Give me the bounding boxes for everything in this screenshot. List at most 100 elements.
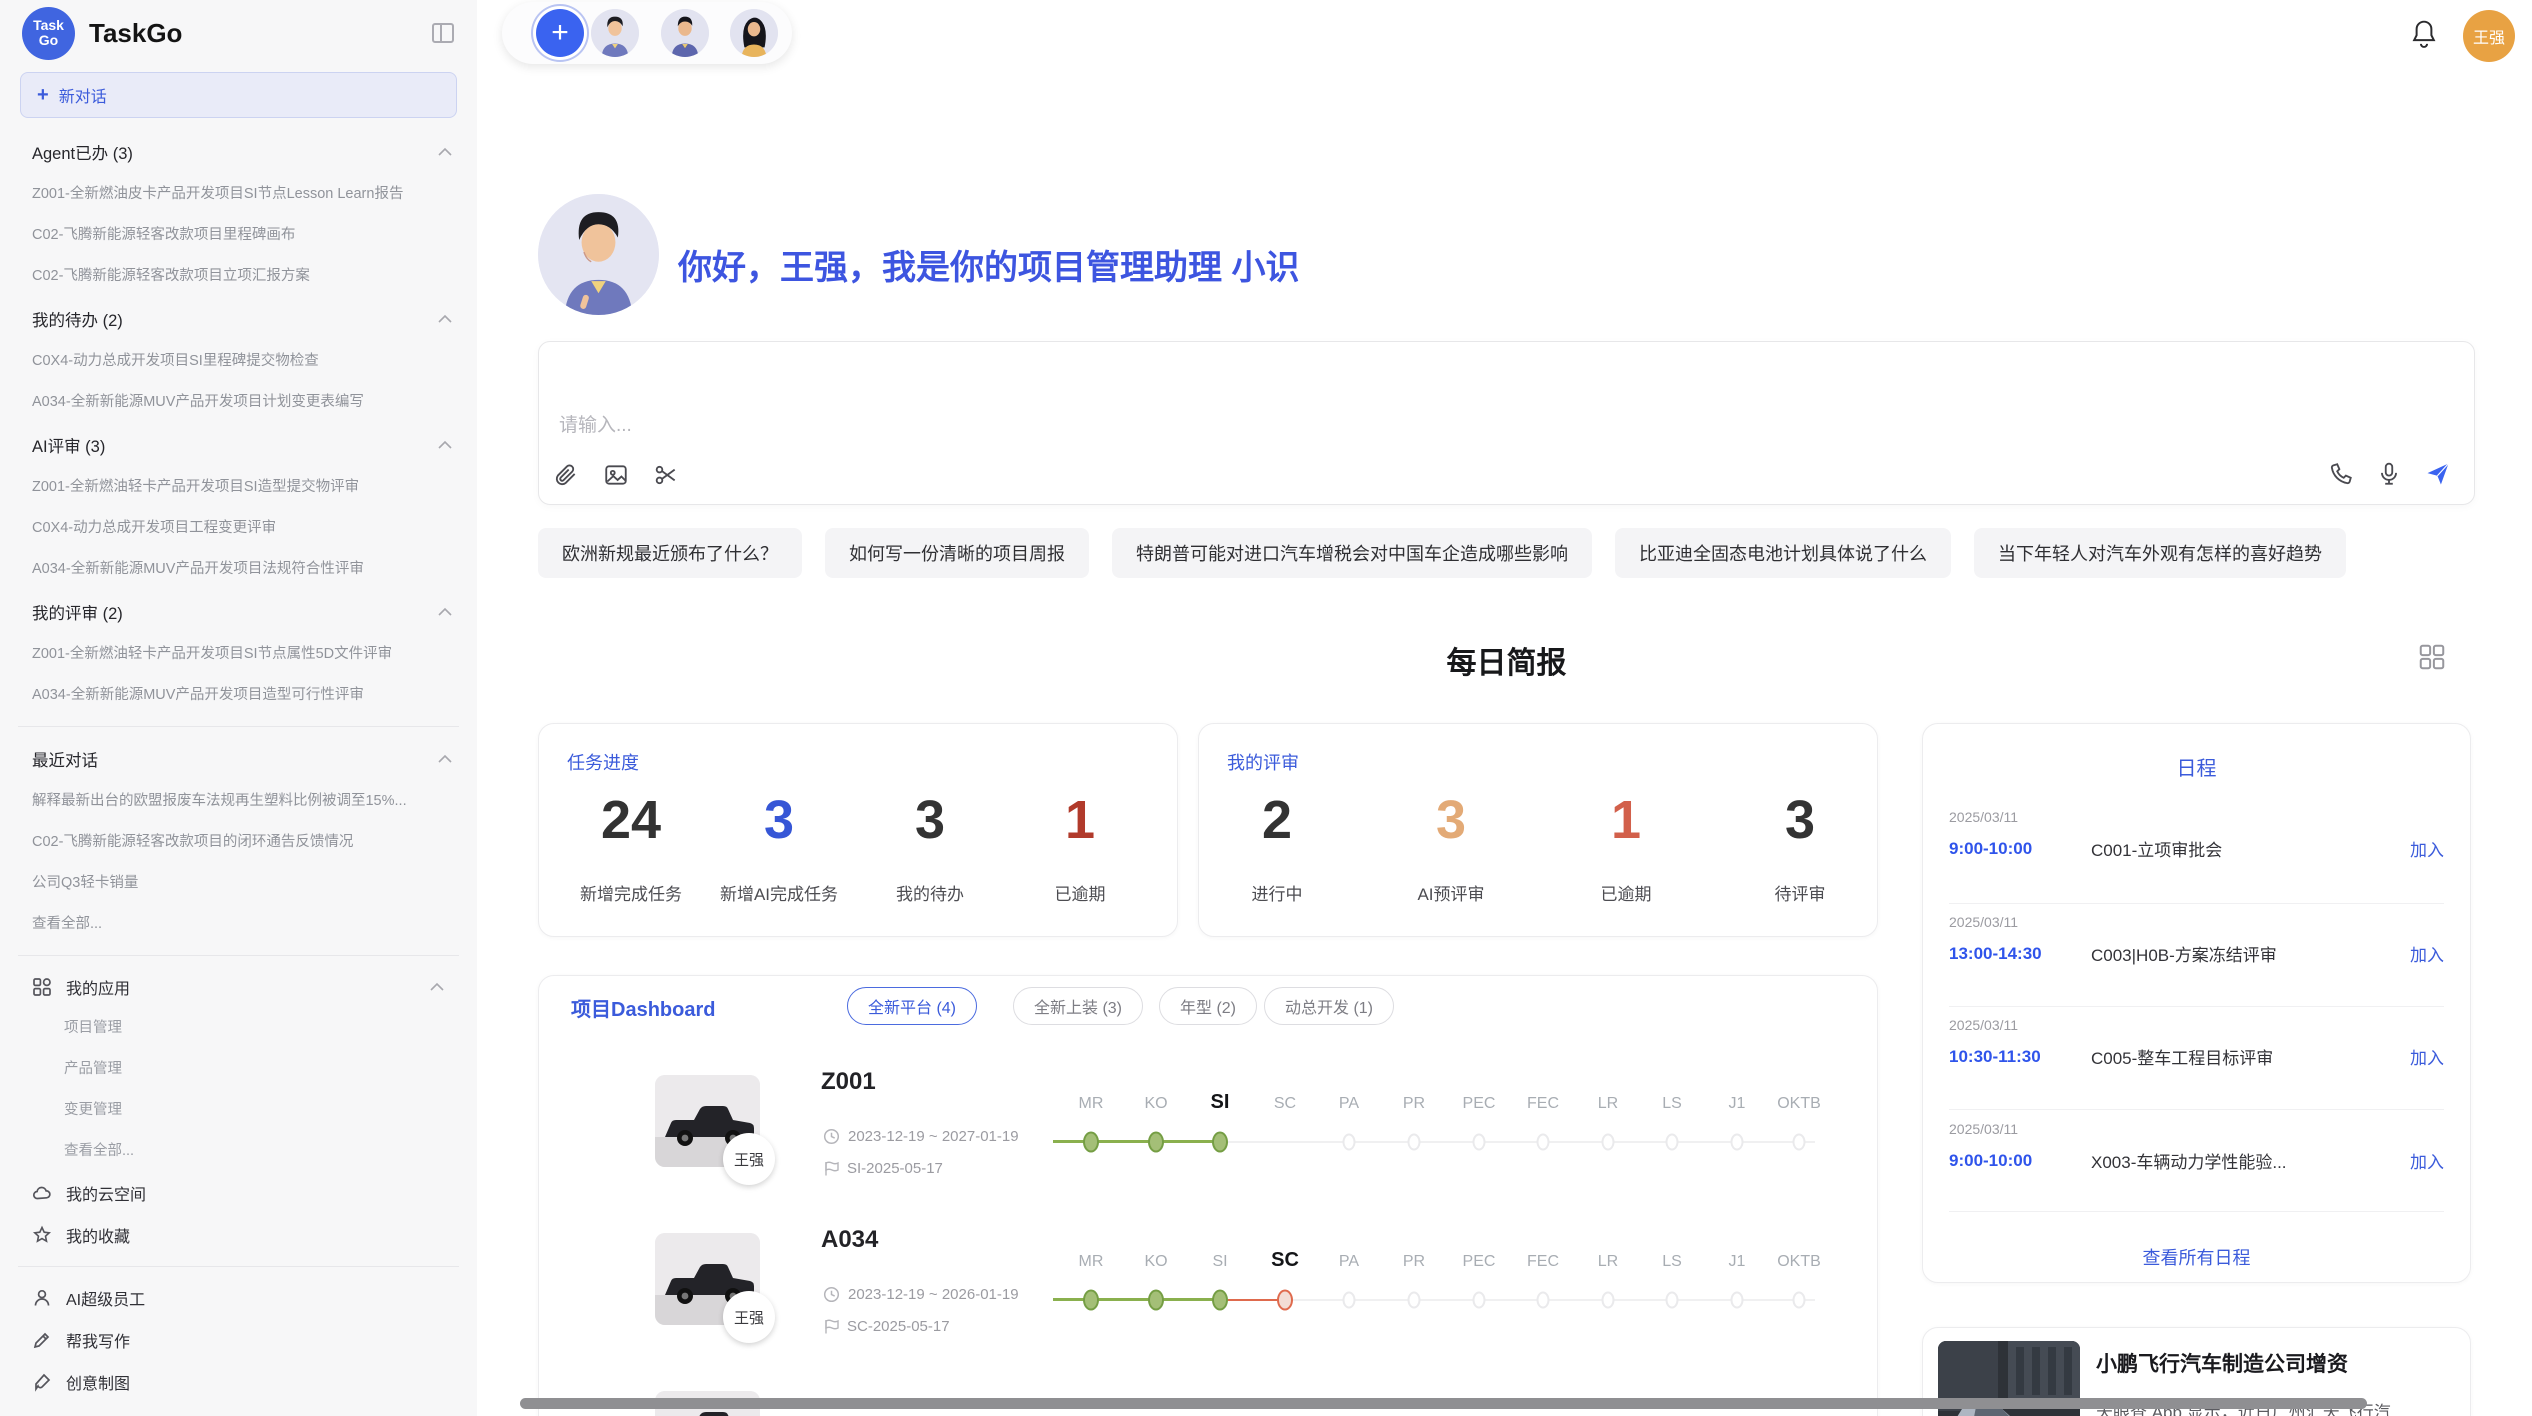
agent-avatar-2[interactable]	[661, 9, 709, 57]
milestone-label: SI	[1212, 1253, 1227, 1271]
attachment-icon[interactable]	[553, 462, 579, 488]
sidebar-item[interactable]: A034-全新新能源MUV产品开发项目计划变更表编写	[18, 382, 459, 423]
task-progress-title: 任务进度	[567, 749, 639, 775]
sidebar-item[interactable]: A034-全新新能源MUV产品开发项目法规符合性评审	[18, 549, 459, 590]
sidebar-item[interactable]: Z001-全新燃油轻卡产品开发项目SI节点属性5D文件评审	[18, 634, 459, 675]
milestone-dot-pending	[1473, 1292, 1486, 1309]
layout-grid-icon[interactable]	[2417, 642, 2447, 672]
tab-platform[interactable]: 全新平台 (4)	[847, 987, 977, 1025]
clock-icon	[823, 1128, 840, 1145]
sidebar-item[interactable]: C0X4-动力总成开发项目SI里程碑提交物检查	[18, 341, 459, 382]
sidebar-item[interactable]: Z001-全新燃油轻卡产品开发项目SI造型提交物评审	[18, 467, 459, 508]
join-link[interactable]: 加入	[2410, 1148, 2444, 1173]
tab-powertrain[interactable]: 动总开发 (1)	[1264, 987, 1394, 1025]
section-header-agent-done[interactable]: Agent已办 (3)	[18, 130, 459, 174]
stat-ai-pre-review: 3 AI预评审	[1376, 790, 1526, 905]
milestone-label: PEC	[1463, 1253, 1496, 1271]
scissors-icon[interactable]	[653, 462, 679, 488]
project-flag-text: SC-2025-05-17	[847, 1318, 950, 1335]
my-apps-label: 我的应用	[66, 975, 130, 999]
phone-icon[interactable]	[2328, 461, 2354, 487]
milestone-label: PA	[1339, 1095, 1359, 1113]
chevron-up-icon	[437, 440, 453, 450]
agent-avatar-3[interactable]	[730, 9, 778, 57]
milestone-dot-done	[1083, 1290, 1099, 1311]
sidebar-item[interactable]: C0X4-动力总成开发项目工程变更评审	[18, 508, 459, 549]
recent-view-all-link[interactable]: 查看全部...	[18, 904, 459, 945]
tab-model-year[interactable]: 年型 (2)	[1159, 987, 1257, 1025]
join-link[interactable]: 加入	[2410, 1044, 2444, 1069]
recent-chat-item[interactable]: 解释最新出台的欧盟报废车法规再生塑料比例被调至15%...	[18, 781, 459, 822]
suggestion-chip[interactable]: 欧洲新规最近颁布了什么？	[538, 528, 802, 578]
sidebar-item-ai-super-staff[interactable]: AI超级员工	[18, 1277, 459, 1319]
milestone-dot-pending	[1537, 1134, 1550, 1151]
suggestion-chip[interactable]: 当下年轻人对汽车外观有怎样的喜好趋势	[1974, 528, 2346, 578]
stat-new-ai-done: 3 新增AI完成任务	[704, 790, 854, 905]
timeline-done-segment	[1053, 1298, 1220, 1301]
stat-value: 1	[1005, 790, 1155, 850]
schedule-divider	[1949, 1006, 2444, 1007]
sidebar-item-change-mgmt[interactable]: 变更管理	[18, 1090, 459, 1131]
input-placeholder: 请输入...	[559, 410, 632, 437]
section-header-recent-chats[interactable]: 最近对话	[18, 737, 459, 781]
agent-avatar-1[interactable]	[591, 9, 639, 57]
chevron-up-icon	[437, 754, 453, 764]
schedule-entry: 2025/03/11 13:00-14:30 C003|H0B-方案冻结评审 加…	[1949, 914, 2444, 966]
join-link[interactable]: 加入	[2410, 836, 2444, 861]
sidebar-item[interactable]: A034-全新新能源MUV产品开发项目造型可行性评审	[18, 675, 459, 716]
apps-view-all-link[interactable]: 查看全部...	[18, 1131, 459, 1172]
tab-upfit[interactable]: 全新上装 (3)	[1013, 987, 1143, 1025]
section-header-ai-review[interactable]: AI评审 (3)	[18, 423, 459, 467]
stat-value: 24	[556, 790, 706, 850]
project-owner-badge: 王强	[723, 1133, 775, 1185]
recent-chat-item[interactable]: C02-飞腾新能源轻客改款项目的闭环通告反馈情况	[18, 822, 459, 863]
sidebar-item-help-me-write[interactable]: 帮我写作	[18, 1319, 459, 1361]
suggestion-chip[interactable]: 如何写一份清晰的项目周报	[825, 528, 1089, 578]
milestone-dot-done	[1148, 1132, 1164, 1153]
sidebar-item[interactable]: C02-飞腾新能源轻客改款项目里程碑画布	[18, 215, 459, 256]
send-icon[interactable]	[2424, 460, 2452, 488]
schedule-date: 2025/03/11	[1949, 914, 2444, 930]
daily-briefing-title: 每日简报	[538, 638, 2475, 682]
favorites-label: 我的收藏	[66, 1223, 130, 1247]
recent-chat-item[interactable]: 公司Q3轻卡销量	[18, 863, 459, 904]
flag-icon	[823, 1318, 839, 1335]
stat-in-progress: 2 进行中	[1202, 790, 1352, 905]
image-icon[interactable]	[603, 462, 629, 488]
sidebar-item-favorites[interactable]: 我的收藏	[18, 1214, 459, 1256]
section-header-label: 我的评审 (2)	[32, 600, 123, 624]
add-agent-button[interactable]: +	[536, 9, 584, 57]
sidebar-item-creative-draw[interactable]: 创意制图	[18, 1361, 459, 1403]
view-all-schedule-link[interactable]: 查看所有日程	[1923, 1244, 2470, 1270]
notification-bell-icon[interactable]	[2409, 18, 2439, 50]
sidebar-item[interactable]: C02-飞腾新能源轻客改款项目立项汇报方案	[18, 256, 459, 297]
schedule-event-title: C005-整车工程目标评审	[2091, 1044, 2410, 1069]
cloud-space-label: 我的云空间	[66, 1181, 146, 1205]
milestone-dot-pending	[1343, 1134, 1356, 1151]
sidebar-collapse-icon[interactable]	[431, 22, 455, 44]
join-link[interactable]: 加入	[2410, 941, 2444, 966]
milestone-label: MR	[1079, 1253, 1104, 1271]
sidebar-item[interactable]: Z001-全新燃油皮卡产品开发项目SI节点Lesson Learn报告	[18, 174, 459, 215]
milestone-label: J1	[1729, 1095, 1746, 1113]
schedule-date: 2025/03/11	[1949, 1017, 2444, 1033]
sidebar-item-my-apps[interactable]: 我的应用	[18, 966, 459, 1008]
sidebar-item-cloud-space[interactable]: 我的云空间	[18, 1172, 459, 1214]
sidebar-item-project-mgmt[interactable]: 项目管理	[18, 1008, 459, 1049]
milestone-dot-current-overdue	[1277, 1290, 1293, 1311]
chat-input-box[interactable]: 请输入...	[538, 341, 2475, 505]
section-header-my-review[interactable]: 我的评审 (2)	[18, 590, 459, 634]
suggestion-chip[interactable]: 比亚迪全固态电池计划具体说了什么	[1615, 528, 1951, 578]
milestone-dot-pending	[1408, 1292, 1421, 1309]
horizontal-scrollbar[interactable]	[520, 1398, 2367, 1409]
new-chat-button[interactable]: + 新对话	[20, 72, 457, 118]
sidebar-item-product-mgmt[interactable]: 产品管理	[18, 1049, 459, 1090]
milestone-label-current: SI	[1211, 1091, 1230, 1114]
microphone-icon[interactable]	[2376, 461, 2402, 487]
avatar-man-illustration	[591, 9, 639, 57]
milestone-label: FEC	[1527, 1095, 1559, 1113]
suggestion-chip[interactable]: 特朗普可能对进口汽车增税会对中国车企造成哪些影响	[1112, 528, 1592, 578]
project-code: A034	[821, 1226, 878, 1254]
section-header-my-todo[interactable]: 我的待办 (2)	[18, 297, 459, 341]
user-avatar[interactable]: 王强	[2463, 10, 2515, 62]
